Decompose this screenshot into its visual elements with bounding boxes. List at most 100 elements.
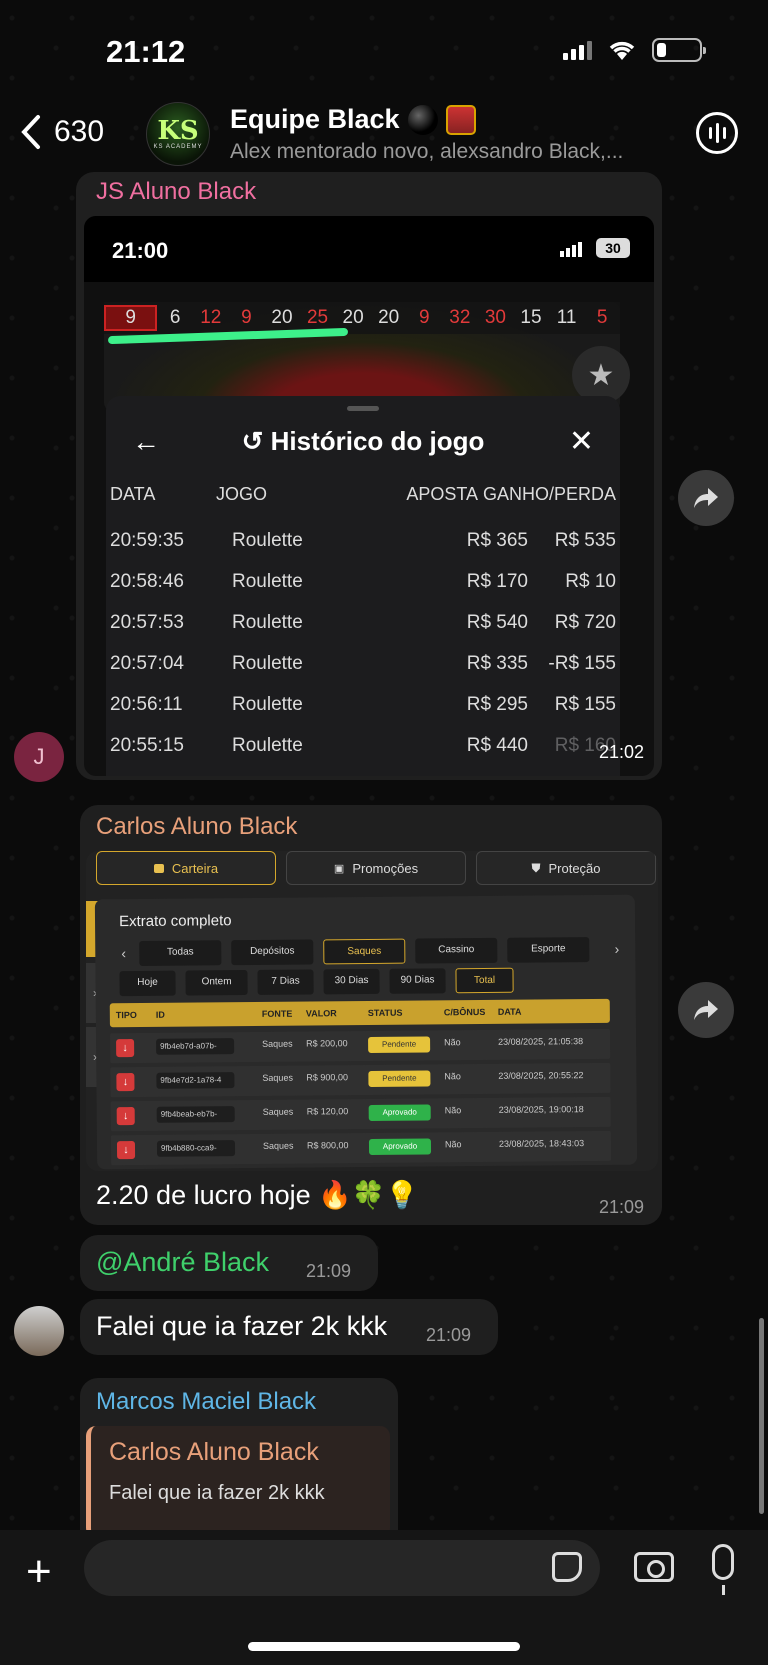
row-game: Roulette — [232, 653, 303, 674]
microphone-icon[interactable] — [712, 1544, 734, 1595]
result-number: 6 — [169, 307, 181, 328]
row-result: R$ 155 — [554, 694, 616, 715]
back-button[interactable]: 630 — [20, 114, 104, 150]
row-game: Roulette — [232, 530, 303, 551]
filter-chip: Saques — [323, 938, 406, 965]
sticker-icon[interactable] — [552, 1552, 582, 1582]
panel-title-text: Histórico do jogo — [270, 426, 485, 456]
period-chip: 30 Dias — [323, 968, 380, 995]
wifi-icon — [609, 41, 635, 60]
message-bubble[interactable]: JS Aluno Black 21:00 30 9 6 12 9 20 25 2… — [76, 172, 662, 780]
forward-button[interactable] — [678, 982, 734, 1038]
status-time: 21:12 — [106, 34, 186, 69]
period-filters: Hoje Ontem 7 Dias 30 Dias 90 Dias Total — [119, 967, 514, 997]
row-bonus: Não — [444, 1071, 461, 1082]
message-bubble[interactable]: Falei que ia fazer 2k kkk 21:09 — [80, 1299, 498, 1355]
reply-quote[interactable]: Carlos Aluno Black Falei que ia fazer 2k… — [86, 1426, 390, 1538]
row-bet: R$ 295 — [466, 694, 528, 715]
table-row: ↓ 9fb4eb7d-a07b- Saques R$ 200,00 Penden… — [110, 1028, 611, 1064]
group-title[interactable]: Equipe Black — [230, 104, 476, 135]
image-attachment[interactable]: Carteira ▣Promoções ⛊Proteção › › Extrat… — [86, 851, 658, 1171]
group-members[interactable]: Alex mentorado novo, alexsandro Black,..… — [230, 140, 623, 164]
row-result: R$ 10 — [565, 571, 616, 592]
arrow-down-icon: ↓ — [116, 1039, 135, 1058]
row-time: 20:57:53 — [110, 612, 184, 633]
reply-text: Falei que ia fazer 2k kkk — [109, 1482, 325, 1504]
share-arrow-icon — [694, 488, 718, 508]
statement-table-header: TIPO ID FONTE VALOR STATUS C/BÔNUS DATA — [109, 998, 610, 1028]
type-filters: Todas Depósitos Saques Cassino Esporte — [139, 937, 590, 966]
wallet-tabs: Carteira ▣ Promoções ⛊ Proteção — [96, 851, 656, 885]
mention-link[interactable]: @André Black — [96, 1247, 269, 1278]
shield-icon: ⛊ — [531, 860, 541, 875]
result-number: 32 — [449, 307, 471, 328]
row-time: 20:58:46 — [110, 571, 184, 592]
sender-name[interactable]: Carlos Aluno Black — [96, 813, 297, 841]
result-number: 20 — [342, 307, 364, 328]
panel-handle — [347, 406, 379, 411]
statement-title: Extrato completo — [118, 912, 232, 931]
message-bubble[interactable]: Carlos Aluno Black Carteira ▣ Promoções ⛊… — [80, 805, 662, 1225]
message-text: Falei que ia fazer 2k kkk — [96, 1311, 388, 1341]
message-composer: + — [0, 1530, 768, 1665]
image-attachment[interactable]: 21:00 30 9 6 12 9 20 25 20 20 9 32 30 15… — [84, 216, 654, 776]
row-result: R$ 535 — [554, 530, 616, 551]
sender-name[interactable]: JS Aluno Black — [96, 178, 256, 206]
column-header: FONTE — [261, 1008, 293, 1019]
row-id: 9fb4b880-cca9- — [156, 1140, 236, 1157]
result-number: 20 — [378, 307, 400, 328]
period-chip: Ontem — [185, 970, 248, 996]
reply-sender: Carlos Aluno Black — [109, 1438, 319, 1466]
status-badge: Aprovado — [368, 1138, 432, 1155]
row-time: 20:59:35 — [110, 530, 184, 551]
row-game: Roulette — [232, 735, 303, 756]
group-avatar[interactable]: KS KS ACADEMY — [146, 102, 210, 166]
message-bubble[interactable]: @André Black 21:09 — [80, 1235, 378, 1291]
row-id: 9fb4beab-eb7b- — [156, 1106, 235, 1123]
column-aposta: APOSTA — [406, 484, 478, 504]
row-date: 23/08/2025, 21:05:38 — [498, 1036, 584, 1047]
forward-button[interactable] — [678, 470, 734, 526]
camera-icon[interactable] — [634, 1552, 674, 1582]
row-id: 9fb4e7d2-1a78-4 — [156, 1072, 235, 1089]
message-input[interactable] — [84, 1540, 600, 1596]
column-ganho: GANHO/PERDA — [482, 484, 616, 504]
black-circle-icon — [407, 104, 438, 135]
screenshot-time: 21:00 — [112, 238, 169, 263]
period-chip: 7 Dias — [257, 969, 314, 995]
row-bet: R$ 540 — [466, 612, 528, 633]
wallet-icon — [153, 863, 164, 873]
arrow-down-icon: ↓ — [116, 1141, 136, 1160]
row-date: 23/08/2025, 18:43:03 — [498, 1138, 585, 1149]
column-data: DATA — [110, 484, 156, 504]
row-value: R$ 200,00 — [306, 1038, 348, 1049]
status-badge: Pendente — [368, 1036, 431, 1053]
row-bonus: Não — [444, 1139, 462, 1150]
status-badge: Pendente — [368, 1070, 431, 1087]
row-source: Saques — [262, 1106, 294, 1117]
filter-chip: Cassino — [415, 937, 498, 964]
filter-chip: Todas — [139, 940, 222, 966]
avatar[interactable] — [14, 1306, 64, 1356]
column-header: STATUS — [367, 1007, 403, 1018]
history-icon: ↺ — [241, 426, 271, 456]
close-icon: ✕ — [568, 425, 594, 458]
sender-name[interactable]: Marcos Maciel Black — [96, 1388, 316, 1416]
voice-chat-button[interactable] — [696, 112, 738, 154]
row-result: R$ 720 — [554, 612, 616, 633]
panel-title: ↺ Histórico do jogo — [106, 426, 620, 457]
avatar[interactable]: J — [14, 732, 64, 782]
chevron-left-icon: ‹ — [121, 945, 127, 962]
statement-panel: Extrato completo ‹ Todas Depósitos Saque… — [94, 894, 638, 1170]
message-time: 21:09 — [306, 1261, 352, 1281]
gift-icon: ▣ — [333, 862, 345, 875]
tab-protecao: ⛊ Proteção — [476, 851, 656, 885]
message-bubble[interactable]: Marcos Maciel Black Carlos Aluno Black F… — [80, 1378, 398, 1538]
scrollbar[interactable] — [759, 1318, 764, 1514]
attach-plus-icon[interactable]: + — [26, 1550, 52, 1594]
column-header: DATA — [497, 1006, 522, 1017]
column-header: ID — [155, 1009, 165, 1020]
slot-machine-icon — [445, 104, 476, 135]
unread-count: 630 — [54, 115, 105, 148]
row-bonus: Não — [444, 1037, 461, 1048]
